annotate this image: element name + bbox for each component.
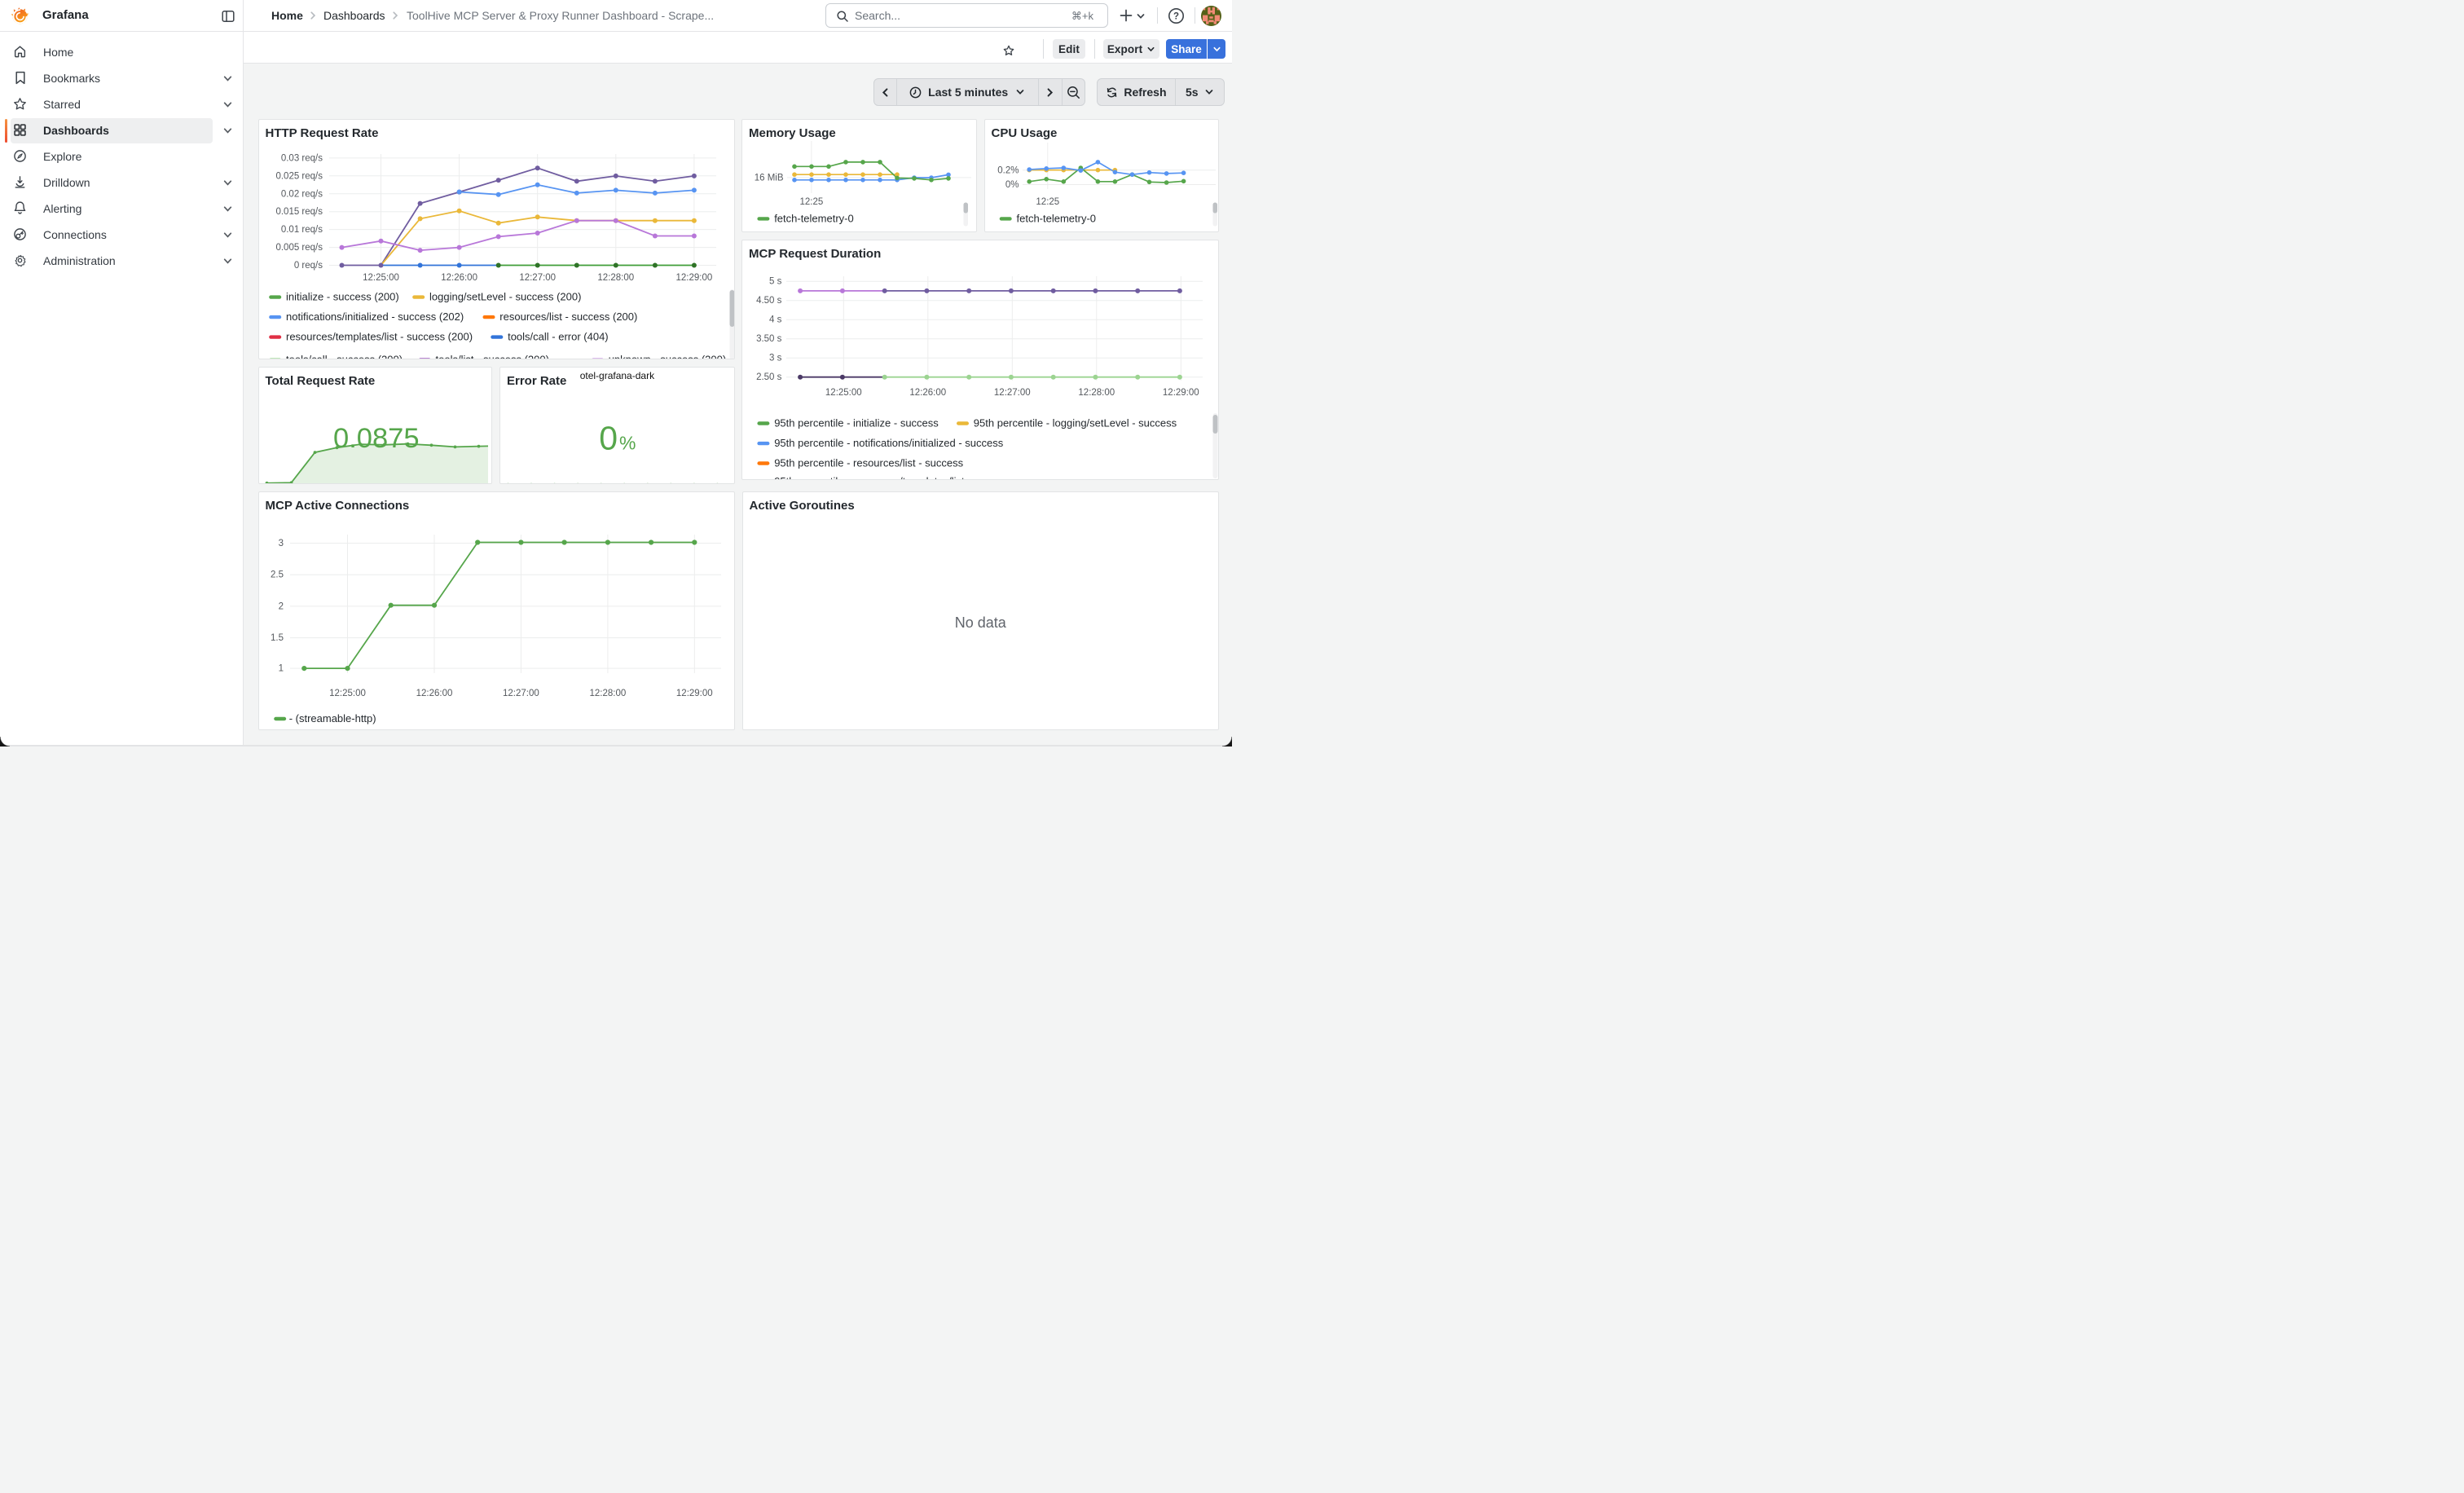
svg-text:0.025 req/s: 0.025 req/s (275, 171, 323, 181)
svg-text:resources/templates/list - suc: resources/templates/list - success (200) (286, 330, 473, 342)
svg-text:2.5: 2.5 (271, 570, 284, 579)
svg-text:95th percentile - logging/setL: 95th percentile - logging/setLevel - suc… (974, 416, 1177, 429)
svg-text:1: 1 (278, 663, 283, 673)
svg-text:12:26:00: 12:26:00 (441, 273, 477, 283)
svg-text:notifications/initialized - su: notifications/initialized - success (202… (286, 310, 464, 323)
svg-text:12:29:00: 12:29:00 (675, 273, 712, 283)
svg-text:0.2%: 0.2% (997, 165, 1019, 175)
svg-text:0%: 0% (1005, 180, 1019, 190)
svg-text:fetch-telemetry-0: fetch-telemetry-0 (1016, 212, 1096, 224)
svg-text:95th percentile - notification: 95th percentile - notifications/initiali… (774, 437, 1004, 449)
svg-text:12:27:00: 12:27:00 (994, 388, 1031, 398)
svg-text:0.0875: 0.0875 (333, 423, 420, 454)
svg-text:0: 0 (599, 419, 618, 456)
svg-text:12:28:00: 12:28:00 (597, 273, 634, 283)
svg-text:5 s: 5 s (769, 276, 782, 286)
svg-text:0.03 req/s: 0.03 req/s (280, 153, 322, 163)
svg-text:3: 3 (278, 539, 283, 548)
svg-text:0.01 req/s: 0.01 req/s (280, 225, 322, 235)
svg-text:tools/list - success (200): tools/list - success (200) (435, 353, 548, 359)
svg-text:2.50 s: 2.50 s (756, 372, 782, 382)
svg-text:%: % (619, 432, 636, 453)
svg-text:2: 2 (278, 601, 283, 611)
svg-text:12:27:00: 12:27:00 (503, 689, 539, 698)
svg-text:12:25:00: 12:25:00 (329, 689, 366, 698)
svg-text:tools/call - success (200): tools/call - success (200) (286, 353, 403, 359)
svg-text:12:25: 12:25 (1036, 197, 1059, 207)
svg-text:12:29:00: 12:29:00 (675, 689, 712, 698)
svg-text:95th percentile - initialize -: 95th percentile - initialize - success (774, 416, 939, 429)
svg-text:12:25:00: 12:25:00 (363, 273, 399, 283)
svg-text:12:28:00: 12:28:00 (1078, 388, 1115, 398)
svg-text:12:26:00: 12:26:00 (416, 689, 452, 698)
svg-text:95th percentile - resources/te: 95th percentile - resources/templates/li… (774, 475, 1012, 480)
svg-text:fetch-telemetry-0: fetch-telemetry-0 (774, 212, 854, 224)
svg-text:initialize - success (200): initialize - success (200) (286, 290, 399, 302)
svg-text:unknown - success (200): unknown - success (200) (608, 353, 726, 359)
svg-text:12:25:00: 12:25:00 (825, 388, 862, 398)
svg-text:12:28:00: 12:28:00 (589, 689, 626, 698)
svg-text:?: ? (1173, 11, 1179, 21)
svg-text:95th percentile - resources/li: 95th percentile - resources/list - succe… (774, 456, 963, 469)
svg-text:0.015 req/s: 0.015 req/s (275, 207, 323, 217)
svg-text:12:27:00: 12:27:00 (519, 273, 556, 283)
svg-text:12:25: 12:25 (800, 197, 824, 207)
svg-text:3 s: 3 s (769, 353, 782, 363)
svg-text:0 req/s: 0 req/s (293, 261, 322, 271)
svg-text:0.005 req/s: 0.005 req/s (275, 243, 323, 253)
svg-text:12:26:00: 12:26:00 (909, 388, 946, 398)
svg-text:resources/list - success (200): resources/list - success (200) (499, 310, 637, 323)
svg-text:1.5: 1.5 (271, 633, 284, 643)
svg-text:0.02 req/s: 0.02 req/s (280, 189, 322, 199)
svg-text:tools/call - error (404): tools/call - error (404) (508, 330, 609, 342)
svg-text:4.50 s: 4.50 s (756, 296, 782, 306)
svg-text:16 MiB: 16 MiB (755, 173, 784, 183)
svg-text:12:29:00: 12:29:00 (1163, 388, 1199, 398)
svg-text:4 s: 4 s (769, 315, 782, 324)
svg-text:3.50 s: 3.50 s (756, 334, 782, 344)
svg-text:logging/setLevel - success (20: logging/setLevel - success (200) (429, 290, 581, 302)
svg-text:- (streamable-http): - (streamable-http) (288, 712, 376, 724)
